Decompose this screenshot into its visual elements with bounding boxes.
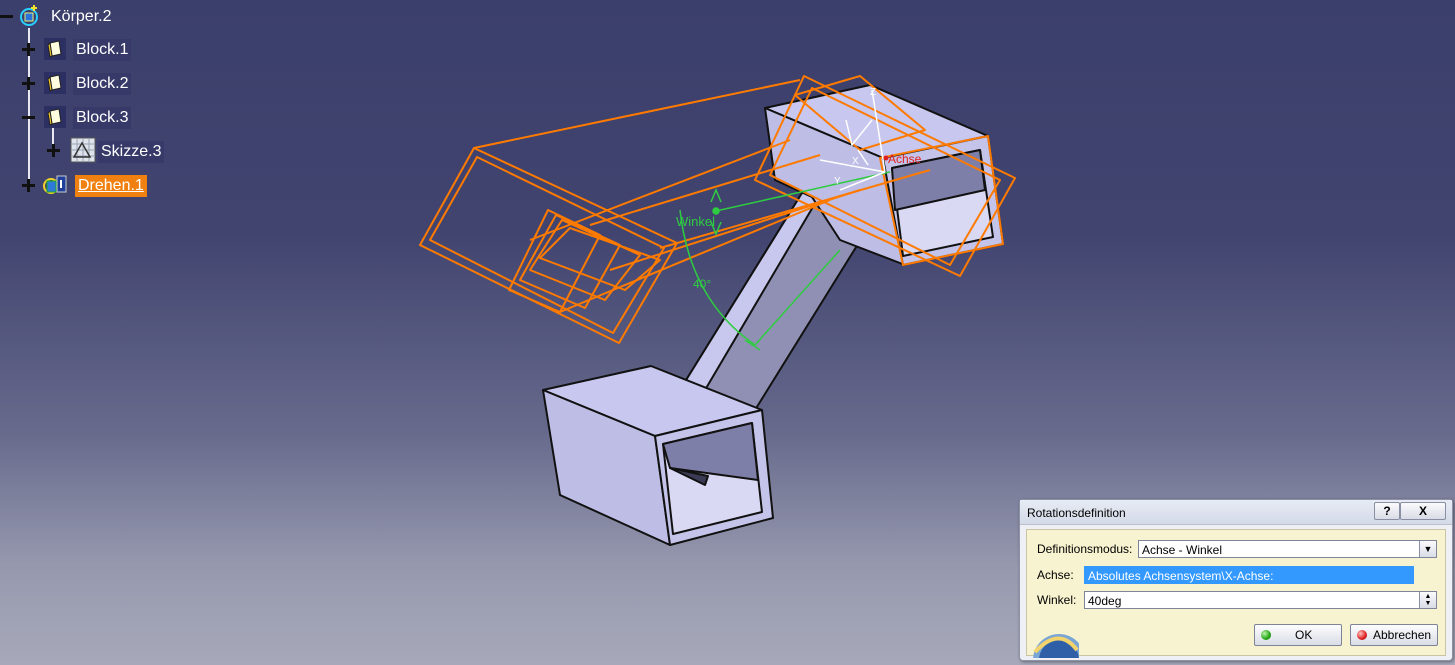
axis-y-label: Y <box>834 176 841 187</box>
expand-icon[interactable] <box>47 144 60 157</box>
tree-item-label[interactable]: Block.3 <box>73 107 132 129</box>
ok-lamp-icon <box>1261 630 1271 640</box>
expand-icon[interactable] <box>22 77 35 90</box>
ok-button-label: OK <box>1295 628 1313 642</box>
rotation-axis-annotation[interactable]: Achse <box>888 152 922 166</box>
pad-feature-icon <box>44 106 66 128</box>
help-button[interactable]: ? <box>1374 502 1400 520</box>
achse-field[interactable]: Absolutes Achsensystem\X-Achse: <box>1084 566 1414 584</box>
achse-value: Absolutes Achsensystem\X-Achse: <box>1088 569 1274 583</box>
ok-button[interactable]: OK <box>1254 624 1342 646</box>
angle-parameter-label[interactable]: Winkel <box>676 214 715 229</box>
spinner-icon[interactable]: ▲ ▼ <box>1419 592 1436 608</box>
cancel-button-label: Abbrechen <box>1373 628 1432 642</box>
tree-item-label[interactable]: Block.2 <box>73 73 132 95</box>
collapse-icon[interactable] <box>0 10 13 23</box>
winkel-input[interactable]: 40deg ▲ ▼ <box>1084 591 1437 609</box>
cancel-lamp-icon <box>1357 630 1367 640</box>
tree-root-label[interactable]: Körper.2 <box>48 6 114 28</box>
rotation-axis-origin <box>883 155 889 161</box>
sketch-icon <box>70 137 96 163</box>
rotation-definition-dialog: Rotationsdefinition ? X Definitionsmodus… <box>1019 499 1453 661</box>
axis-z-label: Z <box>870 87 876 98</box>
body-icon <box>20 5 38 26</box>
angle-value-annotation: 40° <box>693 277 711 291</box>
winkel-label: Winkel: <box>1037 593 1077 607</box>
definitionsmodus-label: Definitionsmodus: <box>1037 542 1133 556</box>
close-button[interactable]: X <box>1400 502 1446 520</box>
tree-item-label[interactable]: Skizze.3 <box>98 141 165 163</box>
rotate-transform-icon <box>43 175 67 194</box>
tree-item-label[interactable]: Block.1 <box>73 39 132 61</box>
expand-icon[interactable] <box>22 179 35 192</box>
pad-feature-icon <box>44 38 66 60</box>
dialog-title-bar[interactable]: Rotationsdefinition ? X <box>1020 500 1452 525</box>
expand-icon[interactable] <box>22 43 35 56</box>
winkel-value: 40deg <box>1088 594 1122 608</box>
cancel-button[interactable]: Abbrechen <box>1350 624 1438 646</box>
catia-logo <box>1033 634 1079 658</box>
achse-label: Achse: <box>1037 568 1074 582</box>
definitionsmodus-value: Achse - Winkel <box>1142 543 1223 557</box>
collapse-icon[interactable] <box>22 111 35 124</box>
tree-item-label-selected[interactable]: Drehen.1 <box>75 175 147 197</box>
dialog-title: Rotationsdefinition <box>1027 506 1126 520</box>
chevron-down-icon[interactable]: ▼ <box>1419 541 1436 557</box>
definitionsmodus-combobox[interactable]: Achse - Winkel ▼ <box>1138 540 1437 558</box>
pad-feature-icon <box>44 72 66 94</box>
axis-x-label: X <box>852 156 859 167</box>
